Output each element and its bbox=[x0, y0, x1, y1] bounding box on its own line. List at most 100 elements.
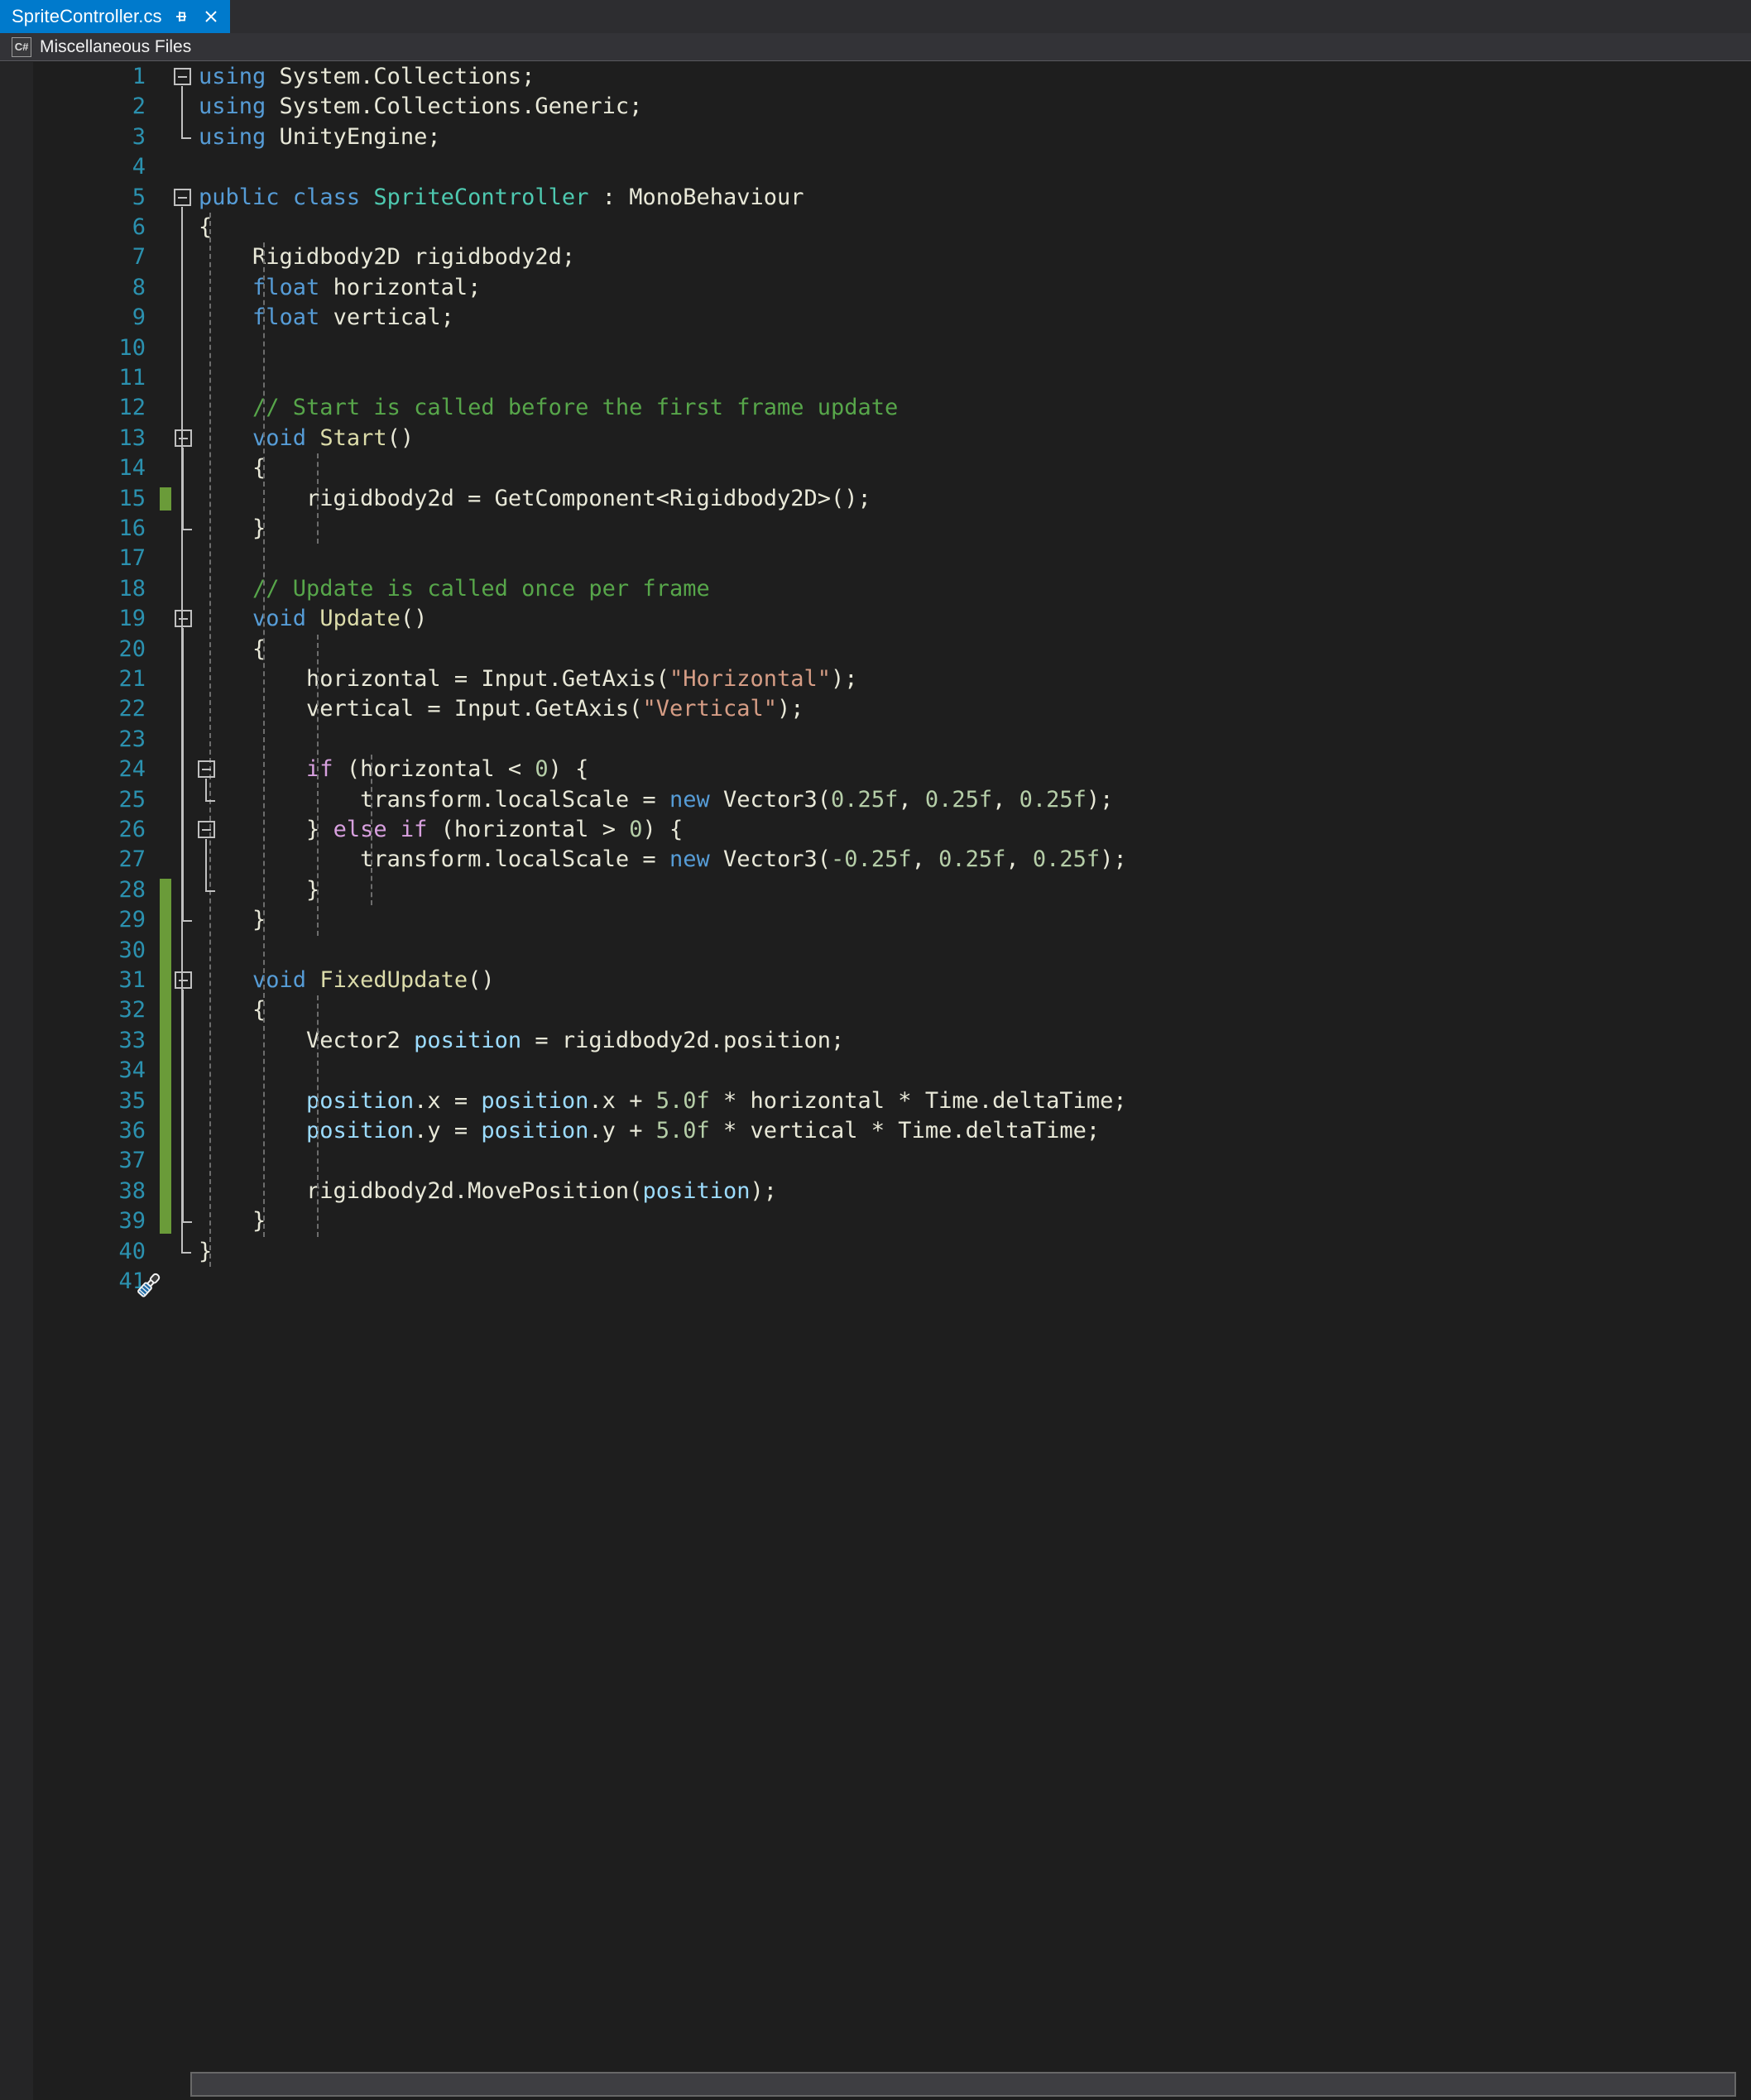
code-line[interactable]: 9 float vertical; bbox=[33, 303, 1751, 333]
code-line[interactable]: 40} bbox=[33, 1237, 1751, 1267]
screwdriver-icon[interactable] bbox=[132, 1268, 166, 1305]
code-editor[interactable]: 1 using System.Collections; 2 using System.… bbox=[0, 62, 1751, 2100]
code-line[interactable]: 37 bbox=[33, 1146, 1751, 1176]
code-line[interactable]: 8 float horizontal; bbox=[33, 273, 1751, 303]
code-line[interactable]: 28 } bbox=[33, 875, 1751, 905]
horizontal-scrollbar[interactable] bbox=[190, 2072, 1736, 2097]
indent-guide bbox=[316, 453, 319, 544]
code-line[interactable]: 33 Vector2 position = rigidbody2d.positi… bbox=[33, 1026, 1751, 1056]
code-line[interactable]: 39 } bbox=[33, 1206, 1751, 1236]
fold-region-line bbox=[205, 779, 207, 800]
code-line[interactable]: 41 bbox=[33, 1267, 1751, 1297]
code-text-area[interactable]: 1 using System.Collections; 2 using System.… bbox=[33, 62, 1751, 2100]
code-line[interactable]: 5 public class SpriteController : MonoBeh… bbox=[33, 183, 1751, 213]
code-line[interactable]: 6{ bbox=[33, 213, 1751, 242]
code-line[interactable]: 2 using System.Collections.Generic; bbox=[33, 92, 1751, 122]
line-number: 25 bbox=[118, 786, 146, 813]
code-line[interactable]: 29 } bbox=[33, 905, 1751, 935]
code-line[interactable]: 27 transform.localScale = new Vector3(-0… bbox=[33, 845, 1751, 875]
code-line[interactable]: 12 // Start is called before the first f… bbox=[33, 393, 1751, 423]
line-number: 24 bbox=[118, 756, 146, 783]
code-line[interactable]: 25 transform.localScale = new Vector3(0.… bbox=[33, 785, 1751, 815]
line-number: 3 bbox=[132, 123, 146, 150]
indent-guide bbox=[316, 995, 319, 1237]
fold-collapse-icon[interactable] bbox=[198, 821, 215, 839]
line-number: 41 bbox=[118, 1268, 146, 1294]
line-code: using System.Collections.Generic; bbox=[199, 93, 643, 120]
indent-guide bbox=[371, 755, 373, 906]
code-line[interactable]: 23 bbox=[33, 725, 1751, 755]
line-code: using System.Collections; bbox=[199, 64, 535, 89]
line-code: using UnityEngine; bbox=[199, 123, 441, 150]
close-icon[interactable] bbox=[200, 6, 222, 27]
code-line[interactable]: 4 bbox=[33, 152, 1751, 182]
line-number: 23 bbox=[118, 726, 146, 752]
document-context-bar: C# Miscellaneous Files bbox=[0, 33, 1751, 61]
line-number: 6 bbox=[132, 214, 146, 240]
code-line[interactable]: 34 bbox=[33, 1056, 1751, 1086]
editor-tab-spritecontroller[interactable]: SpriteController.cs bbox=[0, 0, 230, 33]
code-line[interactable]: 7 Rigidbody2D rigidbody2d; bbox=[33, 242, 1751, 272]
line-number: 31 bbox=[118, 967, 146, 993]
editor-tab-title: SpriteController.cs bbox=[12, 6, 162, 26]
indent-guide bbox=[316, 634, 319, 936]
line-number: 17 bbox=[118, 545, 146, 572]
code-line[interactable]: 32 { bbox=[33, 995, 1751, 1025]
line-number: 16 bbox=[118, 515, 146, 541]
code-line[interactable]: 18 // Update is called once per frame bbox=[33, 574, 1751, 604]
code-line[interactable]: 15 rigidbody2d = GetComponent<Rigidbody2… bbox=[33, 484, 1751, 514]
line-number: 15 bbox=[118, 485, 146, 511]
line-number: 33 bbox=[118, 1027, 146, 1053]
line-number: 29 bbox=[118, 907, 146, 933]
code-line[interactable]: 38 rigidbody2d.MovePosition(position); bbox=[33, 1177, 1751, 1206]
fold-collapse-icon[interactable] bbox=[174, 188, 191, 206]
code-line[interactable]: 22 vertical = Input.GetAxis("Vertical"); bbox=[33, 694, 1751, 724]
code-line[interactable]: 1 using System.Collections; bbox=[33, 62, 1751, 92]
change-tracking-bar bbox=[160, 878, 171, 1234]
breakpoint-margin[interactable] bbox=[0, 62, 33, 2100]
line-number: 30 bbox=[118, 937, 146, 963]
fold-region-end bbox=[181, 1251, 191, 1254]
code-line[interactable]: 31 void FixedUpdate() bbox=[33, 966, 1751, 995]
code-line[interactable]: 14 { bbox=[33, 453, 1751, 483]
code-line[interactable]: 16 } bbox=[33, 514, 1751, 544]
line-number: 12 bbox=[118, 395, 146, 421]
pin-icon[interactable] bbox=[170, 6, 192, 27]
line-number: 14 bbox=[118, 455, 146, 482]
code-line[interactable]: 26 } else if (horizontal > 0) { bbox=[33, 815, 1751, 845]
code-line[interactable]: 3 using UnityEngine; bbox=[33, 122, 1751, 152]
fold-collapse-icon[interactable] bbox=[175, 610, 192, 628]
tab-strip-background bbox=[0, 0, 1751, 33]
fold-region-line bbox=[205, 839, 207, 890]
line-number: 18 bbox=[118, 575, 146, 602]
code-line[interactable]: 30 bbox=[33, 936, 1751, 966]
code-line[interactable]: 24 if (horizontal < 0) { bbox=[33, 755, 1751, 784]
line-code: position.y = position.y + 5.0f * vertica… bbox=[306, 1118, 1101, 1143]
fold-collapse-icon[interactable] bbox=[174, 68, 191, 86]
line-code: if (horizontal < 0) { bbox=[306, 756, 589, 783]
fold-collapse-icon[interactable] bbox=[175, 971, 192, 990]
code-line[interactable]: 21 horizontal = Input.GetAxis("Horizonta… bbox=[33, 664, 1751, 694]
code-line[interactable]: 17 bbox=[33, 544, 1751, 573]
fold-region-end bbox=[205, 890, 215, 892]
line-number: 27 bbox=[118, 846, 146, 873]
line-code: float vertical; bbox=[252, 304, 454, 331]
indent-guide bbox=[262, 242, 265, 1237]
fold-collapse-icon[interactable] bbox=[198, 760, 215, 779]
code-line[interactable]: 11 bbox=[33, 363, 1751, 393]
line-code: } bbox=[199, 876, 320, 903]
fold-collapse-icon[interactable] bbox=[175, 429, 192, 447]
line-number: 9 bbox=[132, 304, 146, 331]
line-code: transform.localScale = new Vector3(0.25f… bbox=[199, 786, 1114, 813]
code-line[interactable]: 19 void Update() bbox=[33, 604, 1751, 634]
code-line[interactable]: 35 position.x = position.x + 5.0f * hori… bbox=[33, 1086, 1751, 1116]
line-code: // Update is called once per frame bbox=[252, 575, 710, 602]
code-line[interactable]: 36 position.y = position.y + 5.0f * vert… bbox=[33, 1116, 1751, 1146]
line-number: 39 bbox=[118, 1208, 146, 1235]
fold-region-end bbox=[181, 137, 191, 139]
code-line[interactable]: 20 { bbox=[33, 635, 1751, 664]
code-line[interactable]: 13 void Start() bbox=[33, 424, 1751, 453]
line-number: 11 bbox=[118, 365, 146, 391]
code-line[interactable]: 10 bbox=[33, 333, 1751, 363]
line-code: horizontal = Input.GetAxis("Horizontal")… bbox=[199, 666, 858, 692]
